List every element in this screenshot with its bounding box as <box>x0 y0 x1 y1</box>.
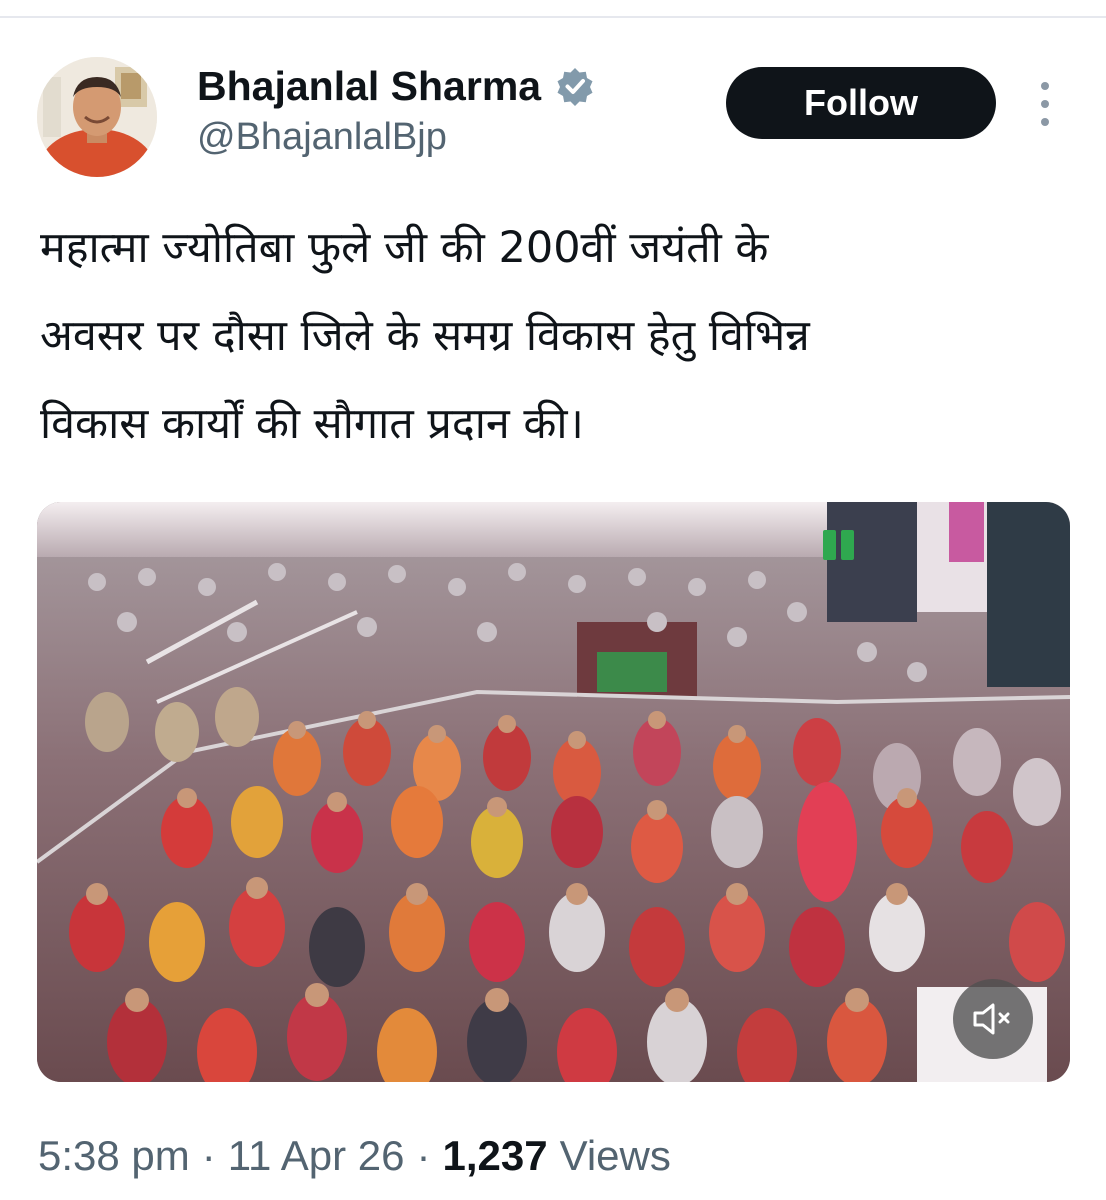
tweet-video[interactable] <box>37 502 1070 1082</box>
author-name[interactable]: Bhajanlal Sharma <box>197 60 595 112</box>
tweet-text-line: विकास कार्यों की सौगात प्रदान की। <box>40 399 584 449</box>
meta-separator: · <box>201 1132 216 1179</box>
views-label: Views <box>559 1132 671 1179</box>
tweet-text-line: महात्मा ज्योतिबा फुले जी की 200वीं जयंती… <box>40 223 769 273</box>
tweet-text-line: अवसर पर दौसा जिले के समग्र विकास हेतु वि… <box>40 311 810 361</box>
views-count[interactable]: 1,237 <box>442 1132 547 1180</box>
avatar[interactable] <box>37 57 157 177</box>
speaker-muted-icon[interactable] <box>953 979 1033 1059</box>
video-frame <box>37 502 1070 1082</box>
author-handle[interactable]: @BhajanlalBjp <box>197 116 447 159</box>
broadcaster-logo-icon <box>823 530 855 560</box>
tweet-meta: 5:38 pm · 11 Apr 26 · 1,237 Views <box>38 1128 671 1184</box>
follow-button[interactable]: Follow <box>726 67 996 139</box>
tweet-time[interactable]: 5:38 pm <box>38 1132 190 1180</box>
top-divider <box>0 16 1106 18</box>
verified-badge-icon <box>555 66 595 106</box>
more-options-icon[interactable] <box>1030 82 1060 126</box>
meta-separator: · <box>416 1132 431 1179</box>
avatar-photo <box>37 57 157 177</box>
author-name-text: Bhajanlal Sharma <box>197 62 542 109</box>
tweet-text: महात्मा ज्योतिबा फुले जी की 200वीं जयंती… <box>40 204 1050 468</box>
tweet-date[interactable]: 11 Apr 26 <box>228 1132 405 1180</box>
